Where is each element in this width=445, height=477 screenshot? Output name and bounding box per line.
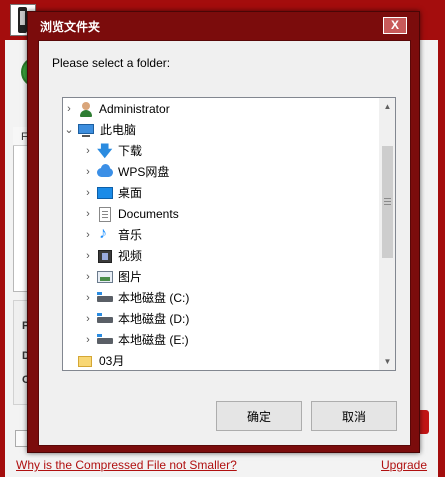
scroll-down-arrow-icon[interactable]: ▼	[379, 353, 395, 370]
chevron-right-icon[interactable]: ›	[83, 141, 93, 162]
dialog-title: 浏览文件夹	[40, 20, 101, 34]
tree-item-drive-c[interactable]: › 本地磁盘 (C:)	[63, 288, 379, 309]
scroll-up-arrow-icon[interactable]: ▲	[379, 98, 395, 115]
chevron-right-icon[interactable]: ›	[64, 99, 74, 120]
drive-icon	[97, 312, 113, 327]
tree-item-label: Administrator	[99, 102, 170, 116]
scrollbar-thumb[interactable]	[382, 146, 393, 258]
user-icon	[78, 102, 94, 117]
tree-item-administrator[interactable]: › Administrator	[63, 99, 379, 120]
video-icon	[97, 249, 113, 264]
chevron-right-icon[interactable]: ›	[83, 309, 93, 330]
tree-item-downloads[interactable]: › 🡇 下载	[63, 141, 379, 162]
chevron-right-icon[interactable]: ›	[83, 204, 93, 225]
tree-item-label: 此电脑	[100, 123, 137, 137]
tree-item-label: 视频	[118, 249, 143, 263]
document-icon	[97, 207, 113, 222]
tree-item-documents[interactable]: › Documents	[63, 204, 379, 225]
help-link[interactable]: Why is the Compressed File not Smaller?	[16, 458, 237, 472]
music-icon: ♪	[99, 225, 107, 242]
computer-icon	[78, 123, 94, 138]
tree-item-label: Documents	[118, 207, 179, 221]
cancel-button[interactable]: 取消	[311, 401, 397, 431]
download-icon: 🡇	[97, 143, 113, 160]
chevron-right-icon[interactable]: ›	[83, 267, 93, 288]
chevron-right-icon[interactable]: ›	[83, 330, 93, 351]
drive-icon	[97, 333, 113, 348]
ok-button[interactable]: 确定	[216, 401, 302, 431]
chevron-right-icon[interactable]: ›	[83, 183, 93, 204]
dialog-close-button[interactable]: X	[383, 17, 407, 34]
tree-item-desktop[interactable]: › 桌面	[63, 183, 379, 204]
tree-item-label: 桌面	[118, 186, 143, 200]
chevron-down-icon[interactable]: ⌄	[64, 120, 74, 141]
tree-item-this-pc[interactable]: ⌄ 此电脑	[63, 120, 379, 141]
dialog-content: Please select a folder: › Administrator …	[38, 40, 411, 446]
chevron-right-icon[interactable]: ›	[83, 246, 93, 267]
app-frame-right	[438, 40, 445, 477]
folder-icon	[78, 354, 94, 369]
tree-item-label: 音乐	[118, 228, 143, 242]
tree-item-music[interactable]: › ♪ 音乐	[63, 225, 379, 246]
tree-item-label: 本地磁盘 (E:)	[118, 333, 189, 347]
desktop-icon	[97, 186, 113, 201]
tree-item-drive-e[interactable]: › 本地磁盘 (E:)	[63, 330, 379, 351]
dialog-prompt: Please select a folder:	[52, 56, 171, 70]
cloud-icon	[97, 164, 113, 180]
chevron-right-icon[interactable]: ›	[83, 288, 93, 309]
picture-icon	[97, 270, 113, 285]
drive-icon	[97, 291, 113, 306]
chevron-right-icon[interactable]: ›	[83, 162, 93, 183]
tree-item-label: 本地磁盘 (C:)	[118, 291, 190, 305]
chevron-right-icon[interactable]: ›	[83, 225, 93, 246]
tree-item-drive-d[interactable]: › 本地磁盘 (D:)	[63, 309, 379, 330]
folder-tree[interactable]: › Administrator ⌄ 此电脑 › 🡇 下载 › WPS网盘 › 桌…	[62, 97, 396, 371]
browse-folder-dialog: 浏览文件夹 X Please select a folder: › Admini…	[27, 11, 420, 453]
tree-item-label: WPS网盘	[118, 165, 170, 179]
upgrade-link[interactable]: Upgrade	[381, 458, 427, 472]
tree-scrollbar[interactable]: ▲ ▼	[379, 98, 395, 370]
tree-item-videos[interactable]: › 视频	[63, 246, 379, 267]
tree-item-wps-cloud[interactable]: › WPS网盘	[63, 162, 379, 183]
tree-item-label: 03月	[99, 354, 125, 368]
tree-item-label: 本地磁盘 (D:)	[118, 312, 190, 326]
tree-item-label: 图片	[118, 270, 143, 284]
tree-item-label: 下载	[118, 144, 143, 158]
tree-item-pictures[interactable]: › 图片	[63, 267, 379, 288]
tree-item-folder-03[interactable]: 03月	[63, 351, 379, 370]
